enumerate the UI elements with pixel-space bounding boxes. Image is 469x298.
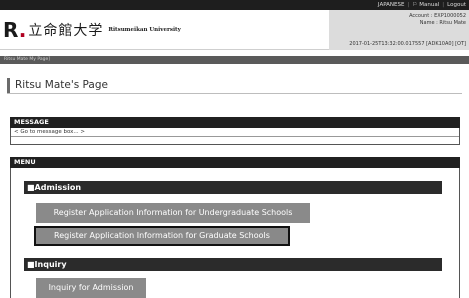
manual-link[interactable]: Manual [419, 0, 439, 10]
top-utility-bar: JAPANESE | ⚐ Manual | Logout [0, 0, 469, 10]
breadcrumb: Ritsu Mate My Page] [0, 56, 469, 64]
site-header: R. 立命館大学 Ritsumeikan University Account … [0, 10, 469, 50]
category-inquiry: ■Inquiry [24, 258, 442, 271]
divider [11, 136, 459, 137]
page-title: Ritsu Mate's Page [7, 78, 462, 94]
inquiry-for-admission-button[interactable]: Inquiry for Admission [36, 278, 146, 298]
page-title-text: Ritsu Mate's Page [15, 79, 108, 91]
account-name: Name : Ritsu Mate [419, 19, 466, 26]
menu-section-heading: MENU [10, 157, 460, 168]
language-link[interactable]: JAPANESE [378, 0, 405, 10]
category-admission: ■Admission [24, 181, 442, 194]
manual-icon: ⚐ [412, 2, 418, 8]
account-info: Account : EXP1000052 Name : Ritsu Mate 2… [329, 10, 469, 50]
session-timestamp: 2017-01-25T13:32:00.017557 [ADK10A0] [OT… [349, 40, 466, 47]
separator: | [407, 2, 410, 8]
go-to-message-box-link[interactable]: < Go to message box... > [14, 129, 85, 135]
logo-mark: R. [3, 18, 27, 42]
university-logo[interactable]: R. 立命館大学 Ritsumeikan University [3, 20, 181, 40]
logo-japanese: 立命館大学 [28, 23, 104, 39]
message-section-heading: MESSAGE [10, 117, 460, 128]
register-graduate-button[interactable]: Register Application Information for Gra… [34, 226, 290, 246]
message-box: < Go to message box... > [10, 128, 460, 145]
logo-english: Ritsumeikan University [108, 27, 181, 33]
separator: | [442, 2, 445, 8]
title-accent-bar [7, 78, 10, 93]
register-undergraduate-button[interactable]: Register Application Information for Und… [36, 203, 310, 223]
logout-link[interactable]: Logout [447, 0, 466, 10]
